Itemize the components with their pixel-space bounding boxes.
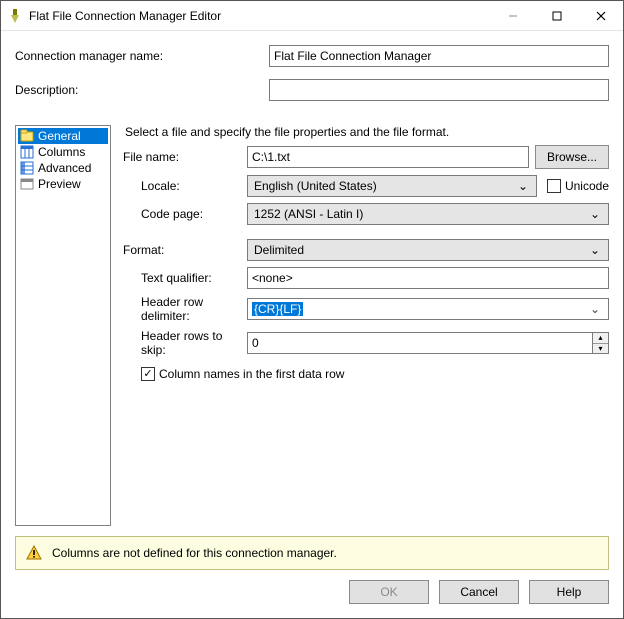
sidebar-item-label: General xyxy=(38,129,81,143)
text-qualifier-input[interactable] xyxy=(247,267,609,289)
text-qualifier-label: Text qualifier: xyxy=(123,271,247,285)
file-name-input[interactable] xyxy=(247,146,529,168)
header-delimiter-label: Header row delimiter: xyxy=(123,295,247,323)
sidebar-item-label: Preview xyxy=(38,177,81,191)
header-delimiter-combo[interactable]: {CR}{LF} ⌄ xyxy=(247,298,609,320)
header-skip-label: Header rows to skip: xyxy=(123,329,247,357)
file-name-label: File name: xyxy=(123,150,247,164)
cancel-button[interactable]: Cancel xyxy=(439,580,519,604)
ok-button[interactable]: OK xyxy=(349,580,429,604)
warning-text: Columns are not defined for this connect… xyxy=(52,546,337,560)
spin-up-button[interactable]: ▴ xyxy=(593,333,608,344)
sidebar-item-label: Advanced xyxy=(38,161,91,175)
spin-down-button[interactable]: ▾ xyxy=(593,344,608,354)
description-input[interactable] xyxy=(269,79,609,101)
codepage-value: 1252 (ANSI - Latin I) xyxy=(254,207,363,221)
description-label: Description: xyxy=(15,83,269,97)
maximize-button[interactable] xyxy=(535,1,579,30)
preview-icon xyxy=(20,177,34,191)
unicode-checkbox[interactable] xyxy=(547,179,561,193)
sidebar-item-preview[interactable]: Preview xyxy=(18,176,108,192)
codepage-label: Code page: xyxy=(123,207,247,221)
header-skip-input[interactable] xyxy=(247,332,593,354)
format-value: Delimited xyxy=(254,243,304,257)
first-row-label: Column names in the first data row xyxy=(159,367,344,381)
window-title: Flat File Connection Manager Editor xyxy=(29,9,491,23)
sidebar: General Columns Advanced Preview xyxy=(15,125,111,526)
top-fields: Connection manager name: Description: xyxy=(1,31,623,119)
unicode-label: Unicode xyxy=(565,179,609,193)
app-icon xyxy=(7,8,23,24)
locale-combo[interactable]: English (United States) ⌄ xyxy=(247,175,537,197)
chevron-down-icon: ⌄ xyxy=(586,243,604,257)
format-label: Format: xyxy=(123,243,247,257)
advanced-icon xyxy=(20,161,34,175)
codepage-combo[interactable]: 1252 (ANSI - Latin I) ⌄ xyxy=(247,203,609,225)
locale-value: English (United States) xyxy=(254,179,377,193)
sidebar-item-advanced[interactable]: Advanced xyxy=(18,160,108,176)
content-panel: Select a file and specify the file prope… xyxy=(123,125,609,526)
help-label: Help xyxy=(557,585,582,599)
chevron-down-icon: ⌄ xyxy=(586,207,604,221)
sidebar-item-columns[interactable]: Columns xyxy=(18,144,108,160)
footer: OK Cancel Help xyxy=(1,580,623,618)
warning-icon xyxy=(26,545,42,561)
warning-bar: Columns are not defined for this connect… xyxy=(15,536,609,570)
close-button[interactable] xyxy=(579,1,623,30)
chevron-down-icon: ⌄ xyxy=(514,179,532,193)
help-button[interactable]: Help xyxy=(529,580,609,604)
intro-text: Select a file and specify the file prope… xyxy=(125,125,609,139)
general-icon xyxy=(20,129,34,143)
locale-label: Locale: xyxy=(123,179,247,193)
header-delimiter-value: {CR}{LF} xyxy=(252,302,303,316)
minimize-button[interactable] xyxy=(491,1,535,30)
cancel-label: Cancel xyxy=(460,585,497,599)
conn-name-input[interactable] xyxy=(269,45,609,67)
first-row-checkbox[interactable] xyxy=(141,367,155,381)
sidebar-item-label: Columns xyxy=(38,145,85,159)
columns-icon xyxy=(20,145,34,159)
ok-label: OK xyxy=(380,585,397,599)
chevron-down-icon: ⌄ xyxy=(586,302,604,316)
sidebar-item-general[interactable]: General xyxy=(18,128,108,144)
titlebar: Flat File Connection Manager Editor xyxy=(1,1,623,31)
browse-button[interactable]: Browse... xyxy=(535,145,609,169)
format-combo[interactable]: Delimited ⌄ xyxy=(247,239,609,261)
browse-label: Browse... xyxy=(547,150,597,164)
conn-name-label: Connection manager name: xyxy=(15,49,269,63)
